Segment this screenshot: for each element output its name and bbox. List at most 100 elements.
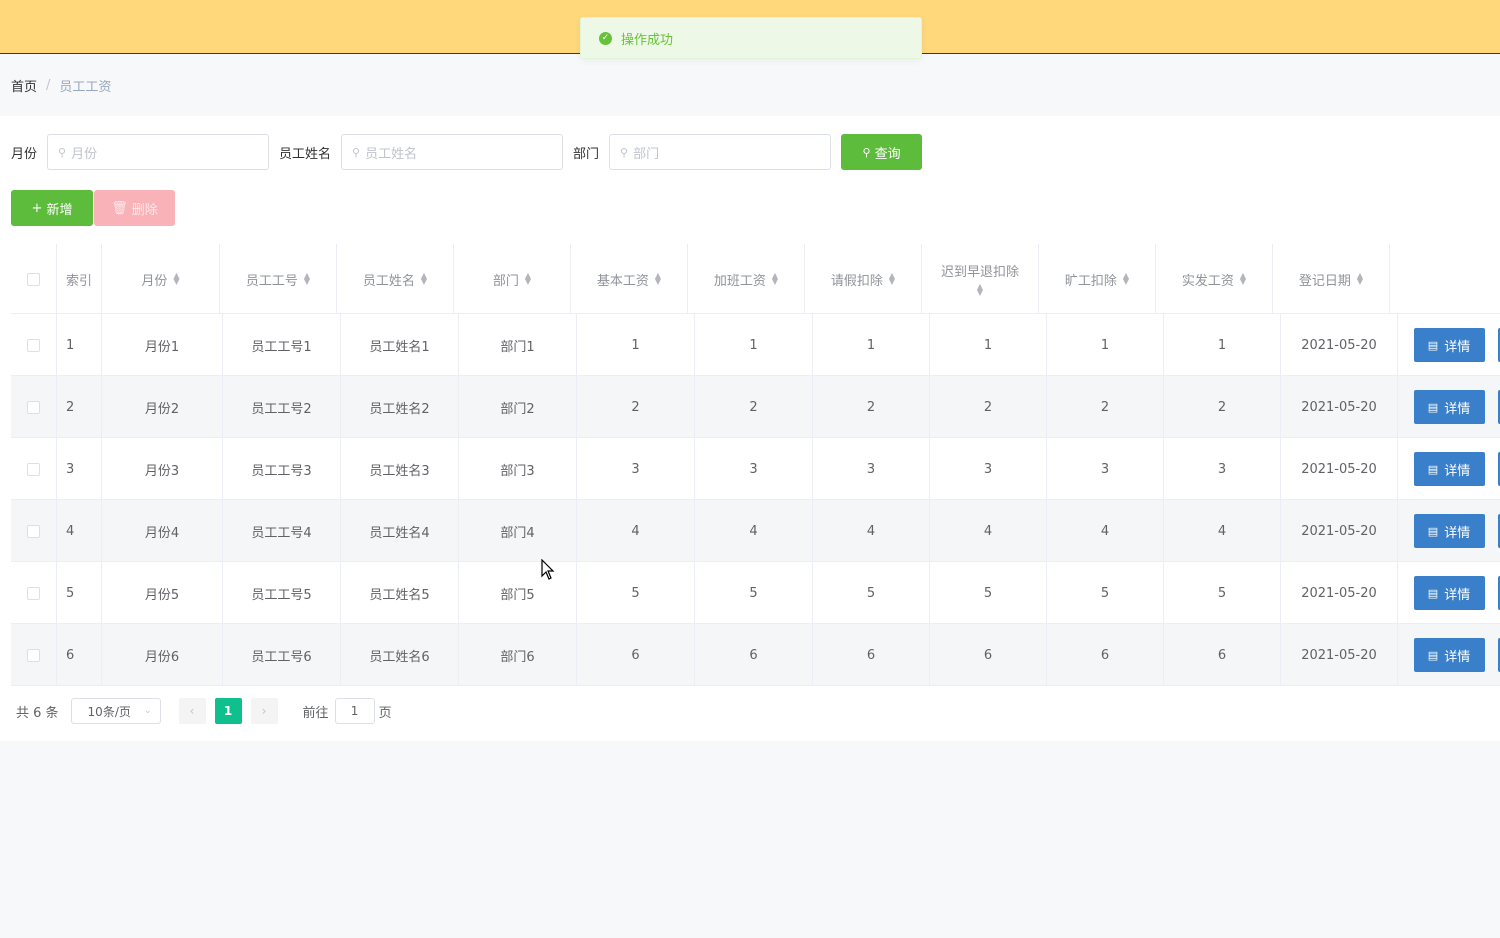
table-row[interactable]: 3 月份3 员工工号3 员工姓名3 部门3 3 3 3 3 3 3 2021-05-20 ▤ 详情 [11, 438, 1500, 500]
check-circle-icon: ✓ [599, 31, 612, 45]
cell-leave-deduction: 1 [813, 314, 930, 376]
col-register-date[interactable]: 登记日期 ▲ ▼ [1273, 244, 1390, 314]
detail-button[interactable]: ▤ 详情 [1413, 328, 1485, 362]
page-number-current[interactable]: 1 [214, 698, 242, 724]
col-dept[interactable]: 部门 ▲ ▼ [454, 244, 571, 314]
detail-button[interactable]: ▤ 详情 [1413, 576, 1485, 610]
cell-emp-name: 员工姓名1 [341, 314, 459, 376]
sort-icon[interactable]: ▲ ▼ [655, 272, 661, 286]
col-leave-deduction[interactable]: 请假扣除 ▲ ▼ [805, 244, 922, 314]
row-checkbox[interactable] [27, 338, 40, 352]
sort-icon[interactable]: ▲ ▼ [304, 272, 310, 286]
cell-overtime: 6 [695, 624, 813, 686]
goto-label: 前往 [302, 705, 329, 721]
detail-button[interactable]: ▤ 详情 [1413, 390, 1485, 424]
table-row[interactable]: 6 月份6 员工工号6 员工姓名6 部门6 6 6 6 6 6 6 2021-05-20 ▤ 详情 [11, 624, 1500, 686]
col-base-salary-label: 基本工资 [596, 273, 649, 289]
page-size-select[interactable]: 10条/页 ⌄ [70, 698, 161, 724]
breadcrumb-separator: / [46, 78, 51, 93]
goto-page-input[interactable]: 1 [334, 698, 375, 724]
cell-register-date: 2021-05-20 [1281, 438, 1398, 500]
col-emp-name[interactable]: 员工姓名 ▲ ▼ [337, 244, 454, 314]
col-late-deduction[interactable]: 迟到早退扣除 ▲ ▼ [922, 244, 1039, 314]
table-body: 1 月份1 员工工号1 员工姓名1 部门1 1 1 1 1 1 1 2021-05-20 ▤ 详情 2 月份2… [11, 314, 1500, 686]
sort-icon[interactable]: ▲ ▼ [889, 272, 895, 286]
sort-icon[interactable]: ▲ ▼ [1357, 272, 1363, 286]
trash-icon: 🗑 [111, 200, 128, 216]
sort-icon[interactable]: ▲ ▼ [525, 272, 531, 286]
department-label: 部门 [573, 146, 600, 162]
sort-icon[interactable]: ▲ ▼ [772, 272, 778, 286]
cell-dept: 部门4 [459, 500, 577, 562]
cell-actual-salary: 5 [1164, 562, 1281, 624]
row-checkbox[interactable] [27, 648, 40, 662]
cell-emp-no: 员工工号2 [223, 376, 341, 438]
detail-button[interactable]: ▤ 详情 [1413, 452, 1485, 486]
col-base-salary[interactable]: 基本工资 ▲ ▼ [571, 244, 688, 314]
cell-index: 4 [57, 500, 102, 562]
row-checkbox[interactable] [27, 400, 40, 414]
col-actual-salary[interactable]: 实发工资 ▲ ▼ [1156, 244, 1273, 314]
col-overtime[interactable]: 加班工资 ▲ ▼ [688, 244, 805, 314]
detail-button[interactable]: ▤ 详情 [1413, 638, 1485, 672]
search-icon: ⚲ [58, 145, 67, 159]
cell-dept: 部门6 [459, 624, 577, 686]
row-actions-cell: ▤ 详情 [1398, 562, 1500, 624]
row-select-cell [11, 562, 57, 624]
cell-absent-deduction: 3 [1047, 438, 1164, 500]
prev-page-button[interactable]: ‹ [178, 698, 206, 724]
select-all-checkbox[interactable] [27, 272, 40, 286]
row-checkbox[interactable] [27, 462, 40, 476]
table-row[interactable]: 2 月份2 员工工号2 员工姓名2 部门2 2 2 2 2 2 2 2021-05-20 ▤ 详情 [11, 376, 1500, 438]
sort-icon[interactable]: ▲ ▼ [421, 272, 427, 286]
sort-icon[interactable]: ▲ ▼ [1240, 272, 1246, 286]
cell-emp-no: 员工工号4 [223, 500, 341, 562]
table-row[interactable]: 1 月份1 员工工号1 员工姓名1 部门1 1 1 1 1 1 1 2021-05-20 ▤ 详情 [11, 314, 1500, 376]
row-select-cell [11, 438, 57, 500]
department-search-input[interactable]: ⚲ 部门 [609, 134, 832, 170]
cell-emp-name: 员工姓名6 [341, 624, 459, 686]
mouse-cursor-icon [541, 559, 555, 580]
sort-icon[interactable]: ▲ ▼ [1123, 272, 1129, 286]
table-row[interactable]: 5 月份5 员工工号5 员工姓名5 部门5 5 5 5 5 5 5 2021-05-20 ▤ 详情 [11, 562, 1500, 624]
cell-base-salary: 2 [577, 376, 695, 438]
row-checkbox[interactable] [27, 524, 40, 538]
col-index: 索引 [57, 244, 102, 314]
cell-month: 月份1 [102, 314, 223, 376]
cell-leave-deduction: 2 [813, 376, 930, 438]
search-icon: ⚲ [862, 145, 871, 159]
cell-late-deduction: 3 [930, 438, 1047, 500]
sort-icon[interactable]: ▲ ▼ [977, 283, 983, 297]
col-absent-deduction[interactable]: 旷工扣除 ▲ ▼ [1039, 244, 1156, 314]
detail-button[interactable]: ▤ 详情 [1413, 514, 1485, 548]
col-emp-no[interactable]: 员工工号 ▲ ▼ [220, 244, 337, 314]
employee-name-search-input[interactable]: ⚲ 员工姓名 [341, 134, 564, 170]
cell-absent-deduction: 1 [1047, 314, 1164, 376]
cell-emp-name: 员工姓名5 [341, 562, 459, 624]
month-search-input[interactable]: ⚲ 月份 [47, 134, 270, 170]
delete-button[interactable]: 🗑 删除 [94, 190, 175, 226]
col-month[interactable]: 月份 ▲ ▼ [102, 244, 220, 314]
success-toast: ✓ 操作成功 [580, 17, 922, 59]
cell-actual-salary: 2 [1164, 376, 1281, 438]
salary-table: 索引 月份 ▲ ▼ 员工工号 ▲ ▼ 员工姓名 ▲ ▼ 部门 ▲ ▼ 基本工资 ▲ ▼ 加班工资 ▲ ▼… [11, 244, 1500, 686]
main-panel: 月份 ⚲ 月份 员工姓名 ⚲ 员工姓名 部门 ⚲ 部门 ⚲ 查询 + 新增 🗑 … [0, 116, 1500, 741]
add-button[interactable]: + 新增 [11, 190, 93, 226]
document-icon: ▤ [1427, 648, 1439, 662]
cell-emp-no: 员工工号1 [223, 314, 341, 376]
breadcrumb-home[interactable]: 首页 [11, 76, 37, 95]
row-select-cell [11, 314, 57, 376]
cell-late-deduction: 4 [930, 500, 1047, 562]
table-header: 索引 月份 ▲ ▼ 员工工号 ▲ ▼ 员工姓名 ▲ ▼ 部门 ▲ ▼ 基本工资 ▲ ▼ 加班工资 ▲ ▼… [11, 244, 1500, 314]
sort-icon[interactable]: ▲ ▼ [173, 272, 179, 286]
table-row[interactable]: 4 月份4 员工工号4 员工姓名4 部门4 4 4 4 4 4 4 2021-05-20 ▤ 详情 [11, 500, 1500, 562]
next-page-button[interactable]: › [250, 698, 278, 724]
cell-actual-salary: 3 [1164, 438, 1281, 500]
detail-button-label: 详情 [1444, 525, 1471, 541]
query-button[interactable]: ⚲ 查询 [841, 134, 923, 170]
cell-emp-no: 员工工号5 [223, 562, 341, 624]
cell-emp-no: 员工工号3 [223, 438, 341, 500]
row-checkbox[interactable] [27, 586, 40, 600]
cell-month: 月份3 [102, 438, 223, 500]
document-icon: ▤ [1427, 524, 1439, 538]
